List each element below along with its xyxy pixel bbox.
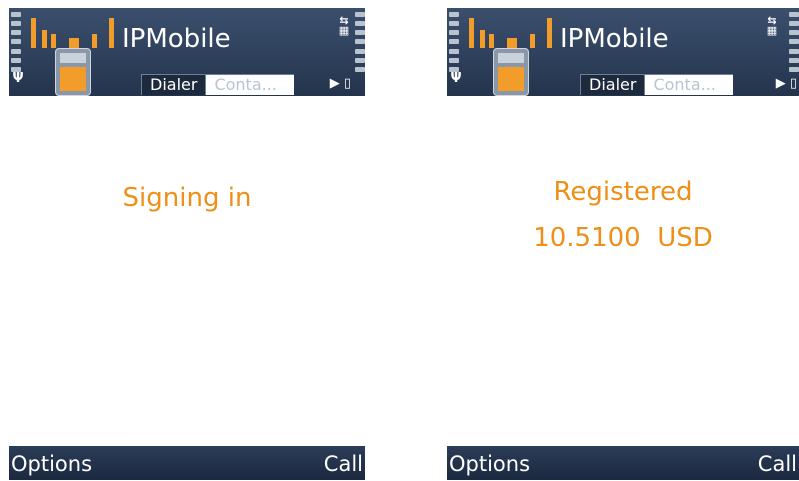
status-header: Ψ IPMobile ⇆ ▦ Dialer Conta... ▶ ▯ (447, 8, 799, 96)
registration-status: Registered (553, 177, 693, 207)
softkey-bar: Options Call (9, 446, 365, 480)
app-logo (467, 14, 567, 48)
softkey-bar: Options Call (447, 446, 799, 480)
tab-scroll-arrow-icon[interactable]: ▶ ▯ (776, 74, 797, 94)
battery-level-icon (789, 12, 799, 72)
tab-scroll-arrow-icon[interactable]: ▶ ▯ (330, 74, 351, 94)
tab-contacts[interactable]: Conta... (206, 74, 295, 95)
app-icon (55, 48, 91, 96)
status-header: Ψ IPMobile ⇆ ▦ Dialer Conta... ▶ ▯ (9, 8, 365, 96)
signal-strength-icon (11, 12, 21, 72)
tab-bar: Dialer Conta... (141, 74, 295, 96)
battery-level-icon (355, 12, 365, 72)
main-content: Signing in (9, 96, 365, 446)
options-softkey[interactable]: Options (449, 451, 530, 477)
phone-screen-signing-in: Ψ IPMobile ⇆ ▦ Dialer Conta... ▶ ▯ Signin… (9, 8, 365, 480)
tab-dialer[interactable]: Dialer (580, 74, 646, 95)
call-softkey[interactable]: Call (758, 451, 797, 477)
network-mode-icon: ⇆ ▦ (338, 14, 350, 37)
signal-strength-icon (449, 12, 459, 72)
account-balance: 10.5100 USD (533, 223, 713, 253)
app-title: IPMobile (560, 24, 669, 54)
options-softkey[interactable]: Options (11, 451, 92, 477)
antenna-icon: Ψ (12, 71, 24, 86)
tab-contacts[interactable]: Conta... (645, 74, 734, 95)
call-softkey[interactable]: Call (324, 451, 363, 477)
network-mode-icon: ⇆ ▦ (766, 14, 778, 37)
phone-screen-registered: Ψ IPMobile ⇆ ▦ Dialer Conta... ▶ ▯ Regist… (447, 8, 799, 480)
status-text: Signing in (122, 183, 252, 213)
app-title: IPMobile (122, 24, 231, 54)
antenna-icon: Ψ (450, 71, 462, 86)
app-icon (493, 48, 529, 96)
tab-bar: Dialer Conta... (580, 74, 734, 96)
app-logo (29, 14, 129, 48)
tab-dialer[interactable]: Dialer (141, 74, 207, 95)
main-content: Registered 10.5100 USD (447, 96, 799, 446)
